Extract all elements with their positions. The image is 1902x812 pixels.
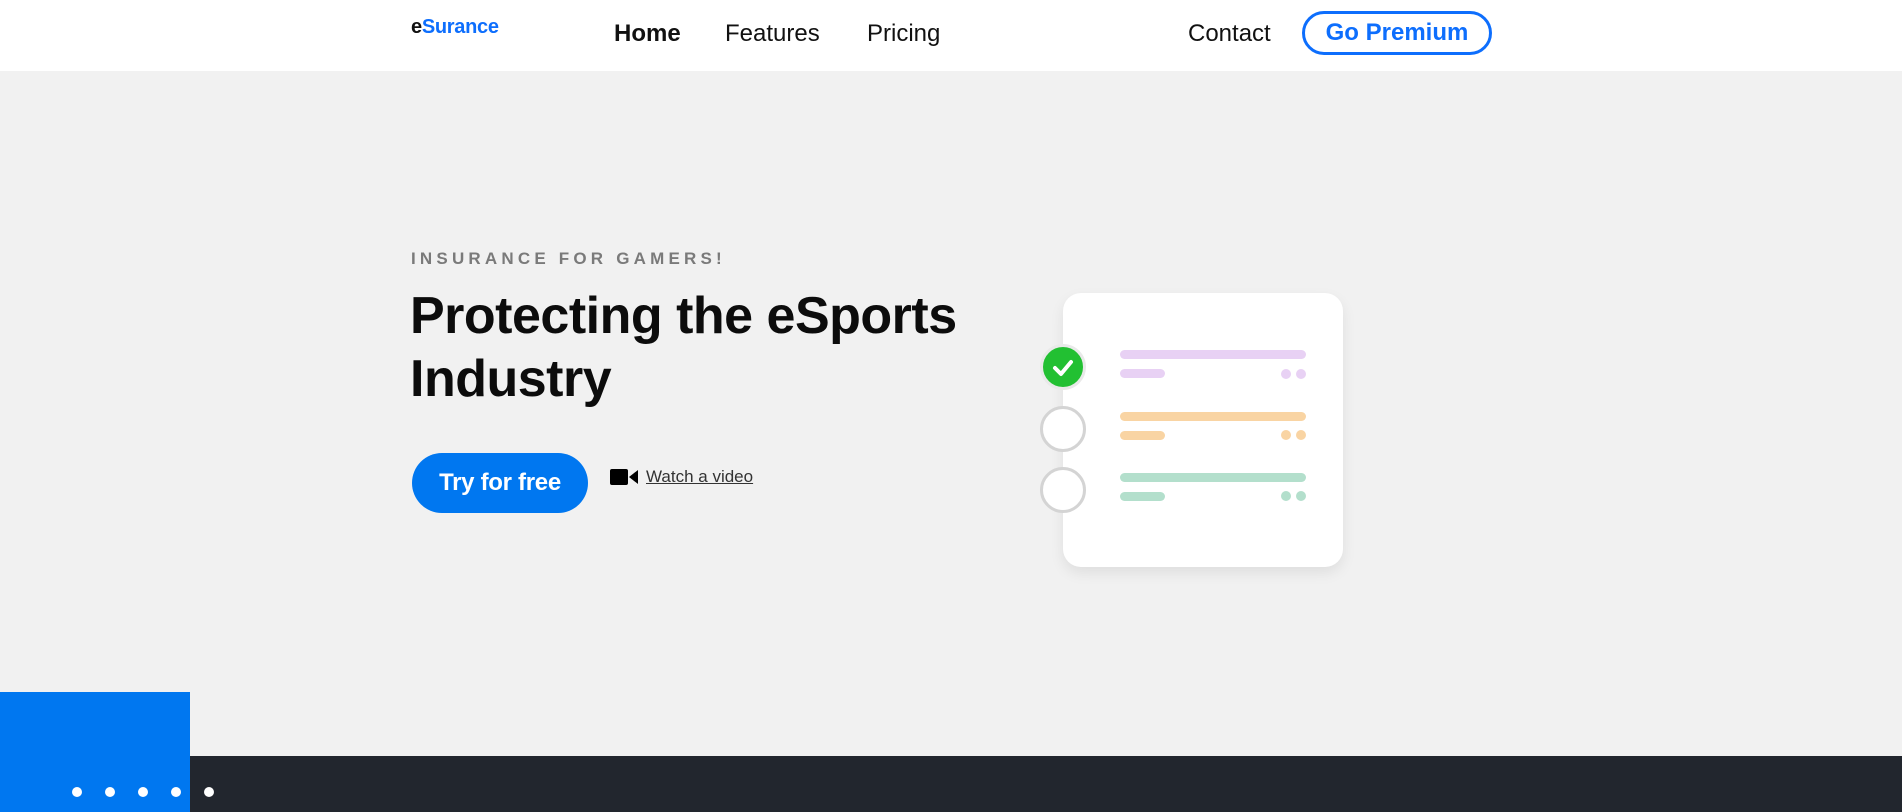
logo-prefix: e	[411, 16, 422, 38]
checklist-dot	[1281, 430, 1291, 440]
checklist-line	[1120, 492, 1165, 501]
unchecked-item-icon	[1040, 467, 1086, 513]
decorative-dot	[105, 787, 115, 797]
checklist-line	[1120, 369, 1165, 378]
logo-text: Surance	[421, 16, 499, 38]
decorative-dot	[138, 787, 148, 797]
checklist-line	[1120, 473, 1306, 482]
hero-eyebrow: INSURANCE FOR GAMERS!	[411, 249, 726, 268]
site-logo[interactable]: eSurance	[411, 16, 499, 39]
video-camera-icon	[610, 469, 638, 485]
checklist-line	[1120, 431, 1165, 440]
checklist-dot	[1296, 430, 1306, 440]
top-navbar: eSurance Home Features Pricing Contact G…	[0, 0, 1902, 71]
nav-link-contact[interactable]: Contact	[1188, 20, 1271, 48]
hero-title: Protecting the eSports Industry	[410, 287, 957, 408]
watch-video-label: Watch a video	[646, 467, 754, 486]
decorative-dot	[72, 787, 82, 797]
footer-band	[0, 756, 1902, 812]
checklist-dot	[1296, 369, 1306, 379]
nav-link-pricing[interactable]: Pricing	[867, 20, 940, 48]
decorative-blue-block	[0, 692, 190, 812]
nav-link-features[interactable]: Features	[725, 20, 820, 48]
checklist-line	[1120, 350, 1306, 359]
watch-video-link[interactable]: Watch a video	[610, 467, 753, 487]
nav-link-home[interactable]: Home	[614, 20, 681, 48]
checklist-dot	[1296, 491, 1306, 501]
checkmark-icon	[1053, 360, 1073, 376]
checked-item-icon	[1040, 344, 1086, 390]
checklist-dot	[1281, 369, 1291, 379]
checklist-dot	[1281, 491, 1291, 501]
checklist-line	[1120, 412, 1306, 421]
go-premium-button[interactable]: Go Premium	[1302, 11, 1492, 55]
decorative-dot	[171, 787, 181, 797]
try-for-free-button[interactable]: Try for free	[412, 453, 588, 513]
decorative-dot	[204, 787, 214, 797]
unchecked-item-icon	[1040, 406, 1086, 452]
